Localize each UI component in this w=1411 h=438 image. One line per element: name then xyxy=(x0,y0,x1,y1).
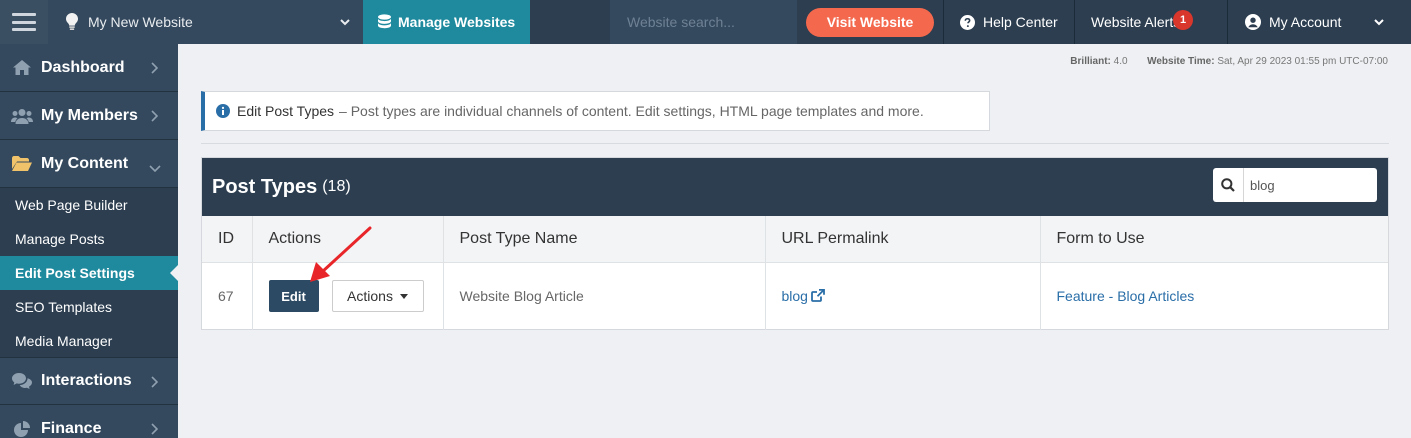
website-selector[interactable]: My New Website xyxy=(48,0,363,44)
website-search xyxy=(610,0,797,44)
chevron-down-icon xyxy=(149,159,161,177)
users-icon xyxy=(11,108,33,124)
chevron-right-icon xyxy=(150,422,159,438)
search-icon xyxy=(1213,168,1244,202)
column-header-form-to-use[interactable]: Form to Use xyxy=(1040,216,1388,263)
top-bar: My New Website Manage Websites Visit Web… xyxy=(0,0,1411,44)
post-types-table: ID Actions Post Type Name URL Permalink … xyxy=(202,216,1388,330)
form-link[interactable]: Feature - Blog Articles xyxy=(1057,288,1195,304)
home-icon xyxy=(11,60,33,75)
brilliant-version: 4.0 xyxy=(1113,56,1128,67)
chevron-right-icon xyxy=(150,375,159,393)
cell-form-to-use: Feature - Blog Articles xyxy=(1040,262,1388,330)
cell-id: 67 xyxy=(202,262,253,330)
sidebar-subitem-manage-posts[interactable]: Manage Posts xyxy=(0,222,178,256)
cell-post-type-name: Website Blog Article xyxy=(443,262,766,330)
info-text: – Post types are individual channels of … xyxy=(339,103,924,119)
external-link-icon xyxy=(811,288,825,305)
help-center-link[interactable]: Help Center xyxy=(944,0,1074,44)
panel-count: (18) xyxy=(322,178,351,195)
permalink-text: blog xyxy=(781,287,808,304)
divider xyxy=(201,143,1389,144)
chevron-right-icon xyxy=(150,109,159,127)
sidebar-item-label: Interactions xyxy=(41,372,132,389)
sidebar-item-my-content[interactable]: My Content xyxy=(0,140,178,188)
sidebar-item-my-members[interactable]: My Members xyxy=(0,92,178,140)
help-center-label: Help Center xyxy=(983,14,1058,30)
caret-down-icon xyxy=(399,293,408,299)
column-header-post-type-name[interactable]: Post Type Name xyxy=(443,216,766,263)
my-account-menu[interactable]: My Account xyxy=(1228,0,1397,44)
sidebar-item-dashboard[interactable]: Dashboard xyxy=(0,44,178,92)
annotation-arrow-icon xyxy=(310,226,372,282)
table-search xyxy=(1213,168,1377,202)
website-search-input[interactable] xyxy=(627,14,787,30)
website-time-label: Website Time: xyxy=(1147,56,1215,67)
table-row: 67 Edit Actions Website Blog Article blog… xyxy=(202,262,1388,330)
sidebar-item-label: My Members xyxy=(41,106,138,124)
sidebar-subitem-edit-post-settings[interactable]: Edit Post Settings xyxy=(0,256,178,290)
chevron-down-icon xyxy=(1373,15,1385,31)
brilliant-label: Brilliant: xyxy=(1070,56,1111,67)
lightbulb-icon xyxy=(66,13,80,31)
column-header-url-permalink[interactable]: URL Permalink xyxy=(765,216,1041,263)
manage-websites-button[interactable]: Manage Websites xyxy=(363,0,530,44)
chevron-down-icon xyxy=(339,15,351,31)
folder-open-icon xyxy=(11,156,33,171)
alerts-count-badge: 1 xyxy=(1173,10,1193,30)
table-search-input[interactable] xyxy=(1244,177,1372,193)
sidebar: Dashboard My Members My Content Web Page… xyxy=(0,44,178,438)
panel-header: Post Types (18) xyxy=(202,158,1388,216)
info-title: Edit Post Types xyxy=(237,103,335,119)
actions-label: Actions xyxy=(347,288,393,305)
hamburger-icon xyxy=(12,13,36,31)
website-name: My New Website xyxy=(88,14,193,30)
permalink-link[interactable]: blog xyxy=(782,288,825,304)
sidebar-subitem-seo-templates[interactable]: SEO Templates xyxy=(0,290,178,324)
website-alerts-link[interactable]: Website Alerts 1 xyxy=(1075,0,1227,44)
panel-title: Post Types xyxy=(212,175,318,198)
sidebar-item-interactions[interactable]: Interactions xyxy=(0,357,178,405)
my-account-label: My Account xyxy=(1269,14,1342,30)
sidebar-item-finance[interactable]: Finance xyxy=(0,405,178,438)
column-header-id: ID xyxy=(202,216,253,263)
cell-url-permalink: blog xyxy=(765,262,1041,330)
visit-website-button[interactable]: Visit Website xyxy=(806,7,934,37)
post-types-panel: Post Types (18) ID Actions Post Type Nam… xyxy=(201,157,1389,330)
sidebar-subitem-media-manager[interactable]: Media Manager xyxy=(0,324,178,357)
website-alerts-label: Website Alerts xyxy=(1091,14,1181,30)
question-circle-icon xyxy=(960,14,975,30)
website-time-value: Sat, Apr 29 2023 01:55 pm UTC-07:00 xyxy=(1217,56,1388,67)
my-content-submenu: Web Page Builder Manage Posts Edit Post … xyxy=(0,188,178,357)
info-circle-icon xyxy=(216,104,230,118)
comments-icon xyxy=(11,373,33,389)
chevron-right-icon xyxy=(150,61,159,79)
info-callout: Edit Post Types – Post types are individ… xyxy=(201,91,990,131)
sidebar-subitem-web-page-builder[interactable]: Web Page Builder xyxy=(0,188,178,222)
sidebar-item-label: My Content xyxy=(41,154,129,172)
menu-toggle-button[interactable] xyxy=(0,0,48,44)
sidebar-item-label: Finance xyxy=(41,419,102,437)
database-icon xyxy=(378,14,391,30)
manage-websites-label: Manage Websites xyxy=(398,14,516,30)
system-meta: Brilliant: 4.0 Website Time: Sat, Apr 29… xyxy=(1070,56,1388,67)
user-circle-icon xyxy=(1245,14,1261,30)
sidebar-item-label: Dashboard xyxy=(41,58,125,76)
pie-chart-icon xyxy=(11,420,33,437)
